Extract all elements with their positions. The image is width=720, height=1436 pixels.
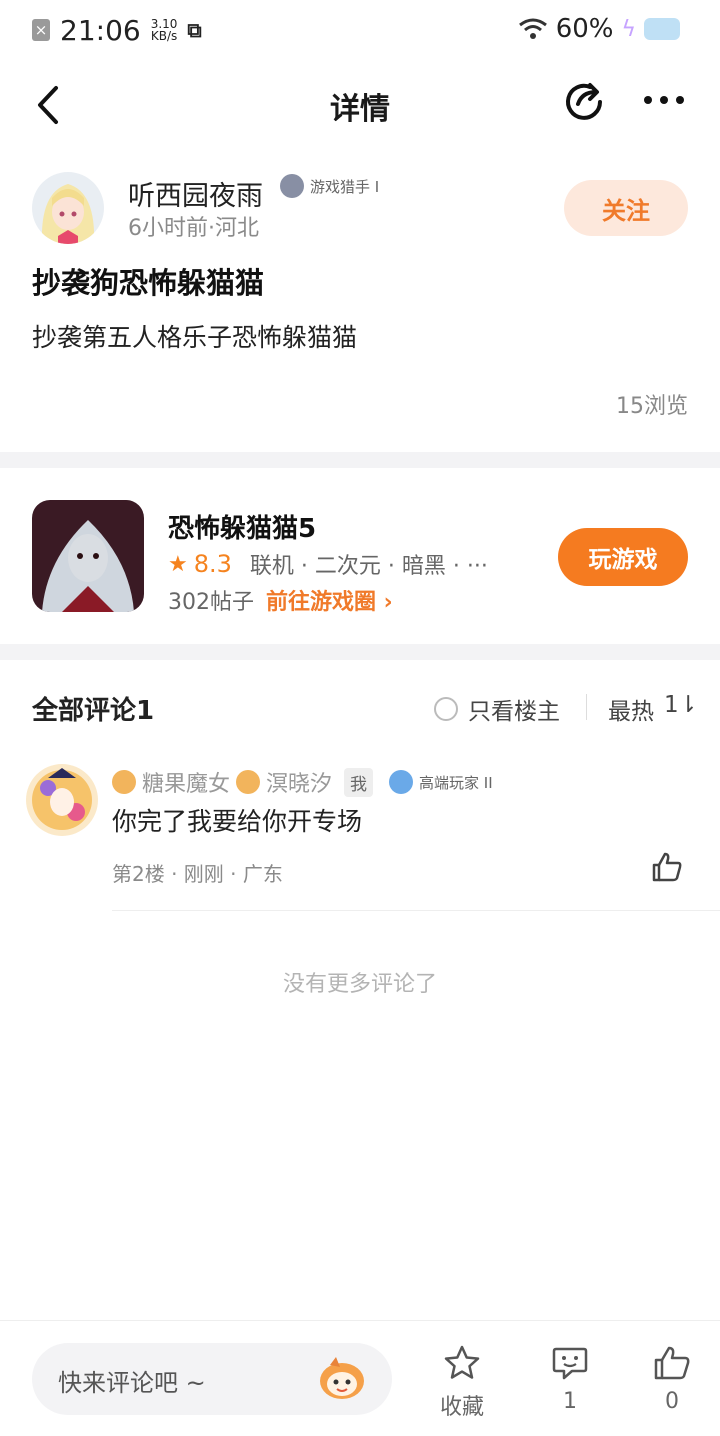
section-divider	[0, 644, 720, 660]
comment-bubble-icon	[552, 1347, 588, 1380]
like-count: 0	[665, 1389, 679, 1414]
battery-icon	[644, 18, 680, 40]
game-score: 8.3	[193, 550, 232, 578]
commenter-badge-label: 高端玩家 II	[419, 773, 493, 792]
comment-item: 糖果魔女 溟晓汐 我 高端玩家 II 你完了我要给你开专场 第2楼 · 刚刚 ·…	[0, 750, 720, 912]
game-posts-row: 302帖子 前往游戏圈 ›	[168, 584, 393, 616]
star-outline-icon	[444, 1345, 480, 1379]
author-badge: 游戏猎手 I	[280, 174, 379, 198]
commenter-avatar[interactable]	[26, 764, 98, 836]
post-meta: 6小时前·河北	[128, 216, 259, 241]
network-speed-unit: KB/s	[150, 29, 178, 43]
comment-count: 1	[563, 1389, 577, 1414]
mascot-emoji-icon[interactable]	[316, 1355, 368, 1401]
star-icon: ★	[168, 551, 188, 577]
author-avatar[interactable]	[32, 172, 104, 244]
notification-close-icon: ×	[32, 19, 50, 41]
goto-game-circle-link[interactable]: 前往游戏圈 ›	[266, 584, 393, 616]
sort-icon[interactable]: 1⇂	[664, 692, 698, 718]
bottom-bar: 快来评论吧 ~ 收藏 1 0	[0, 1320, 720, 1436]
comment-input[interactable]: 快来评论吧 ~	[32, 1343, 392, 1415]
header-divider	[586, 694, 587, 720]
pumpkin-icon	[112, 770, 136, 794]
comment-input-placeholder: 快来评论吧 ~	[58, 1369, 206, 1397]
comment-count-button[interactable]: 1	[530, 1343, 610, 1414]
charging-icon: ϟ	[621, 16, 636, 42]
me-tag: 我	[344, 767, 374, 797]
post-body: 抄袭第五人格乐子恐怖躲猫猫	[32, 323, 358, 352]
game-post-count: 302帖子	[168, 590, 254, 615]
comment-divider	[112, 910, 720, 911]
only-owner-toggle[interactable]: 只看楼主	[434, 692, 560, 726]
pumpkin-icon	[236, 770, 261, 794]
status-bar: × 21:06 3.10 KB/s ⧉ 60% ϟ	[0, 0, 720, 60]
play-game-button[interactable]: 玩游戏	[558, 528, 688, 586]
thumbs-up-icon	[654, 1346, 690, 1380]
wifi-icon	[518, 18, 547, 39]
commenter-name[interactable]: 糖果魔女 溟晓汐 我 高端玩家 II	[112, 766, 493, 798]
comment-meta: 第2楼 · 刚刚 · 广东	[112, 862, 283, 886]
status-time: 21:06	[60, 13, 141, 47]
game-tags: 联机 · 二次元 · 暗黑 · ···	[249, 554, 488, 579]
game-name[interactable]: 恐怖躲猫猫5	[168, 508, 316, 545]
player-badge-icon	[389, 770, 414, 794]
thumbs-up-icon[interactable]	[650, 850, 684, 884]
app-notification-icon: ⧉	[187, 18, 202, 42]
favorite-label: 收藏	[439, 1395, 484, 1420]
hunter-badge-icon	[280, 174, 304, 198]
page-title: 详情	[330, 92, 390, 127]
commenter-badge: 高端玩家 II	[389, 770, 493, 794]
post-section: 听西园夜雨 游戏猎手 I 6小时前·河北 关注 抄袭狗恐怖躲猫猫 抄袭第五人格乐…	[0, 150, 720, 452]
sort-hot-button[interactable]: 最热	[608, 692, 654, 726]
follow-button[interactable]: 关注	[564, 180, 688, 236]
author-name[interactable]: 听西园夜雨	[128, 174, 263, 213]
post-title: 抄袭狗恐怖躲猫猫	[32, 266, 265, 300]
network-speed: 3.10 KB/s	[151, 18, 178, 42]
radio-icon[interactable]	[434, 697, 458, 721]
more-icon[interactable]	[640, 80, 688, 124]
share-icon[interactable]	[562, 80, 606, 124]
battery-percent: 60%	[555, 14, 614, 44]
comments-header: 全部评论1 只看楼主 最热 1⇂	[0, 660, 720, 750]
section-divider	[0, 452, 720, 468]
favorite-button[interactable]: 收藏	[422, 1343, 502, 1421]
no-more-comments: 没有更多评论了	[282, 972, 437, 997]
game-rating: ★ 8.3 联机 · 二次元 · 暗黑 · ···	[168, 548, 488, 580]
like-button[interactable]: 0	[632, 1343, 712, 1414]
view-count: 15浏览	[616, 394, 688, 419]
commenter-name-part1: 糖果魔女	[142, 772, 231, 797]
comment-text: 你完了我要给你开专场	[112, 807, 363, 836]
author-badge-label: 游戏猎手 I	[310, 177, 380, 196]
commenter-name-part2: 溟晓汐	[266, 772, 333, 797]
nav-bar: 详情	[0, 60, 720, 150]
only-owner-label: 只看楼主	[468, 699, 560, 725]
game-icon[interactable]	[32, 500, 144, 612]
game-card[interactable]: 恐怖躲猫猫5 ★ 8.3 联机 · 二次元 · 暗黑 · ··· 302帖子 前…	[0, 468, 720, 644]
comments-title: 全部评论1	[32, 696, 155, 726]
